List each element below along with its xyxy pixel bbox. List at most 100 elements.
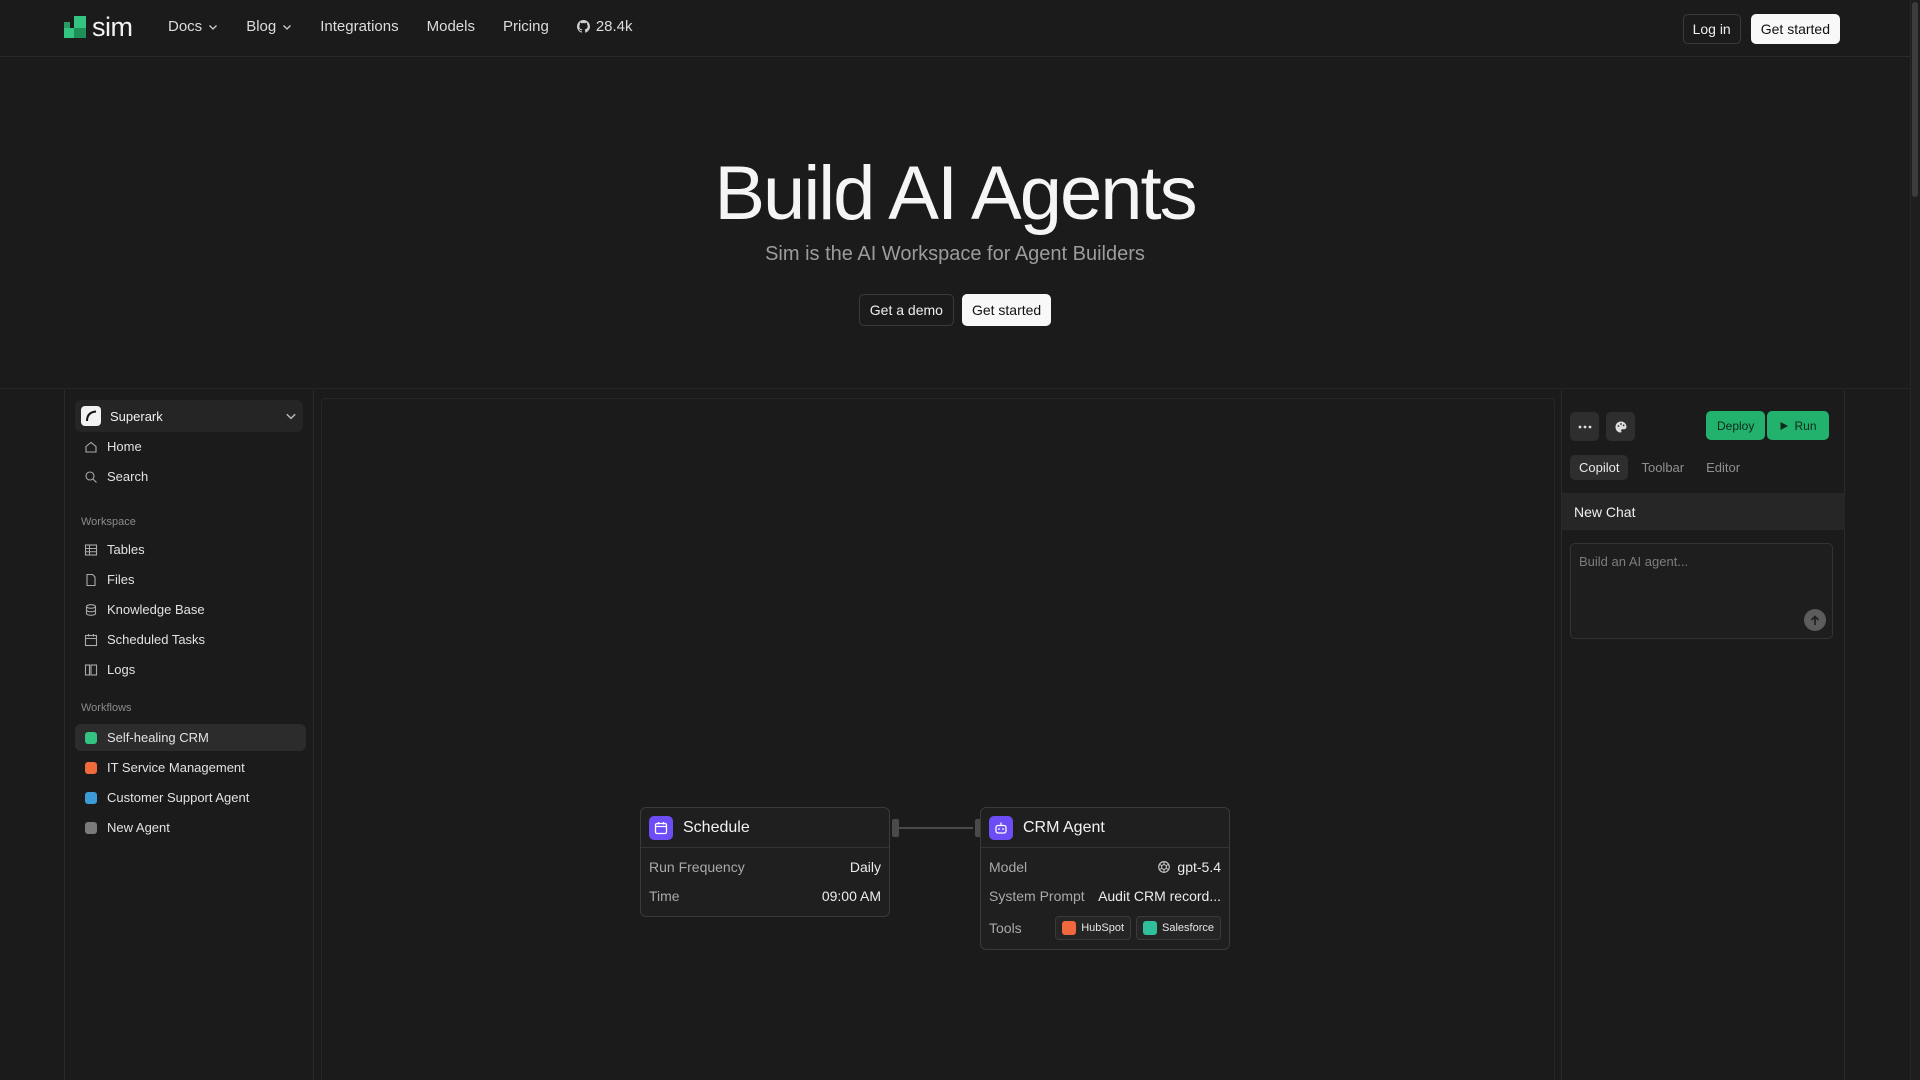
- row-key: Tools: [989, 919, 1022, 936]
- schedule-output-handle[interactable]: [892, 819, 899, 837]
- sidebar-item-label: Search: [107, 469, 149, 484]
- get-demo-button[interactable]: Get a demo: [858, 294, 954, 326]
- tool-chip-salesforce[interactable]: Salesforce: [1136, 915, 1221, 940]
- agent-node-title: CRM Agent: [1023, 818, 1105, 836]
- tab-copilot[interactable]: Copilot: [1570, 455, 1629, 480]
- tool-label: Salesforce: [1162, 921, 1214, 934]
- tool-chip-hubspot[interactable]: HubSpot: [1055, 915, 1132, 940]
- theme-toggle-button[interactable]: [1606, 412, 1635, 441]
- database-icon: [85, 603, 97, 616]
- workflow-color-swatch: [85, 791, 97, 804]
- nav-links: Docs Blog Integrations Models Pricing 28…: [168, 18, 633, 35]
- crm-agent-node[interactable]: CRM Agent Model gpt-5.4 System Prompt Au…: [980, 807, 1230, 950]
- hero-title: Build AI Agents: [714, 151, 1197, 236]
- more-options-button[interactable]: [1570, 412, 1599, 441]
- nav-actions: Log in Get started: [1682, 14, 1840, 44]
- nav-blog-label: Blog: [246, 18, 277, 35]
- deploy-button[interactable]: Deploy: [1706, 411, 1766, 440]
- sidebar-item-label: Logs: [107, 662, 136, 677]
- row-key: System Prompt: [989, 887, 1085, 904]
- sidebar-item-logs[interactable]: Logs: [75, 656, 306, 683]
- salesforce-icon: [1143, 920, 1158, 935]
- home-icon: [85, 441, 97, 453]
- workflow-label: New Agent: [107, 820, 170, 835]
- search-icon: [85, 470, 97, 483]
- sidebar-item-search[interactable]: Search: [75, 463, 306, 490]
- openai-icon: [1158, 860, 1171, 873]
- row-value: Audit CRM record...: [1098, 887, 1221, 904]
- agent-row-tools: Tools HubSpot Salesforce: [981, 910, 1229, 945]
- workflow-label: Self-healing CRM: [107, 730, 209, 745]
- brand-name: sim: [92, 12, 133, 42]
- hero-get-started-button[interactable]: Get started: [961, 294, 1052, 326]
- file-icon: [86, 573, 96, 586]
- send-button[interactable]: [1804, 609, 1826, 631]
- workflows-section-label: Workflows: [81, 702, 132, 714]
- sidebar-item-label: Knowledge Base: [107, 602, 205, 617]
- sidebar-item-label: Files: [107, 572, 135, 587]
- app-sidebar: Superark Home Search Workspace Tables Fi…: [65, 390, 314, 1080]
- workflow-label: Customer Support Agent: [107, 790, 250, 805]
- table-icon: [84, 543, 98, 556]
- hero-actions: Get a demo Get started: [0, 294, 1910, 326]
- hubspot-icon: [1062, 920, 1077, 935]
- get-started-button[interactable]: Get started: [1750, 14, 1840, 44]
- play-icon: [1780, 421, 1789, 430]
- sidebar-item-tables[interactable]: Tables: [75, 536, 306, 563]
- row-value: Daily: [849, 858, 881, 875]
- schedule-row-time: Time 09:00 AM: [641, 881, 889, 910]
- github-stars-count: 28.4k: [595, 18, 633, 35]
- nav-docs[interactable]: Docs: [168, 18, 218, 35]
- schedule-node-header: Schedule: [641, 808, 889, 848]
- run-button[interactable]: Run: [1767, 411, 1829, 440]
- nav-integrations[interactable]: Integrations: [320, 18, 398, 35]
- tab-editor[interactable]: Editor: [1697, 455, 1749, 480]
- top-nav: sim Docs Blog Integrations Models Pricin…: [0, 0, 1910, 57]
- sim-logo-icon: [64, 16, 86, 38]
- github-icon: [576, 20, 590, 33]
- sidebar-workflow-new-agent[interactable]: New Agent: [75, 814, 306, 841]
- scrollbar-thumb[interactable]: [1912, 2, 1918, 197]
- github-stars-link[interactable]: 28.4k: [576, 18, 633, 35]
- workflow-canvas[interactable]: Schedule Run Frequency Daily Time 09:00 …: [315, 390, 1561, 1080]
- sidebar-workflow-customer-support-agent[interactable]: Customer Support Agent: [75, 784, 306, 811]
- nav-models[interactable]: Models: [427, 18, 475, 35]
- robot-icon: [989, 815, 1013, 840]
- panel-tabs: Copilot Toolbar Editor: [1570, 455, 1749, 480]
- agent-node-header: CRM Agent: [981, 808, 1229, 848]
- schedule-node[interactable]: Schedule Run Frequency Daily Time 09:00 …: [640, 807, 890, 917]
- sidebar-item-scheduled-tasks[interactable]: Scheduled Tasks: [75, 626, 306, 653]
- workspace-name: Superark: [110, 408, 163, 424]
- sidebar-workflow-self-healing-crm[interactable]: Self-healing CRM: [75, 724, 306, 751]
- chat-composer: [1570, 543, 1833, 639]
- more-horizontal-icon: [1578, 425, 1591, 428]
- sidebar-item-label: Tables: [107, 542, 145, 557]
- run-button-label: Run: [1794, 418, 1817, 433]
- chevron-down-icon: [286, 413, 296, 420]
- sidebar-workflow-it-service-management[interactable]: IT Service Management: [75, 754, 306, 781]
- row-key: Run Frequency: [649, 858, 745, 875]
- page-scrollbar[interactable]: [1910, 0, 1920, 1080]
- copilot-panel: Deploy Run Copilot Toolbar Editor New Ch…: [1561, 390, 1845, 1080]
- nav-blog[interactable]: Blog: [246, 18, 292, 35]
- chat-title: New Chat: [1562, 493, 1845, 530]
- row-value: gpt-5.4: [1157, 859, 1221, 875]
- workspace-selector[interactable]: Superark: [75, 400, 303, 432]
- login-button[interactable]: Log in: [1682, 14, 1741, 44]
- nav-pricing[interactable]: Pricing: [503, 18, 549, 35]
- workspace-logo-icon: [81, 406, 101, 426]
- brand-logo[interactable]: sim: [64, 12, 133, 42]
- sidebar-item-files[interactable]: Files: [75, 566, 306, 593]
- sidebar-item-knowledge-base[interactable]: Knowledge Base: [75, 596, 306, 623]
- schedule-row-frequency: Run Frequency Daily: [641, 852, 889, 881]
- model-name: gpt-5.4: [1177, 858, 1221, 875]
- nav-docs-label: Docs: [168, 18, 203, 35]
- workflow-color-swatch: [85, 731, 97, 744]
- calendar-icon: [84, 633, 98, 646]
- logs-icon: [84, 663, 98, 676]
- tab-toolbar[interactable]: Toolbar: [1632, 455, 1693, 480]
- chat-input[interactable]: [1571, 544, 1832, 604]
- tool-label: HubSpot: [1081, 921, 1125, 934]
- sidebar-item-home[interactable]: Home: [75, 433, 306, 460]
- chevron-down-icon: [209, 24, 218, 30]
